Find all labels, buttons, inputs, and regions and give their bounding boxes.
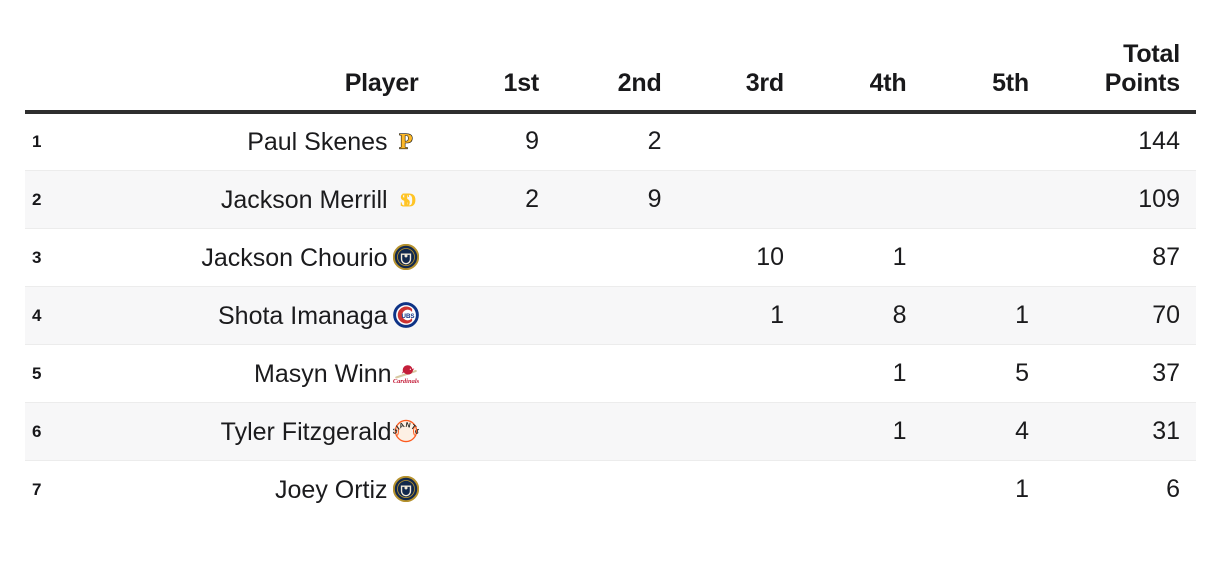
- total-points-cell: 87: [1032, 228, 1196, 287]
- player-name[interactable]: Shota Imanaga: [218, 302, 388, 330]
- vote-cell-1st: [420, 286, 544, 345]
- svg-text:Cardinals: Cardinals: [393, 378, 419, 385]
- total-points-cell: 6: [1166, 474, 1180, 503]
- table-row[interactable]: 5 Masyn Winn Cardinals 1 5 37: [25, 344, 1196, 403]
- player-name[interactable]: Tyler Fitzgerald: [221, 418, 392, 446]
- table-row[interactable]: 7 Joey Ortiz 1 6: [25, 460, 1196, 518]
- giants-logo: GIANTS: [393, 418, 419, 444]
- total-points-line-2: Points: [1104, 69, 1180, 97]
- vote-cell-4th: [788, 460, 910, 518]
- column-header-1st[interactable]: 1st: [420, 40, 544, 114]
- player-cell[interactable]: Shota Imanaga UBS: [69, 286, 421, 345]
- table-head: Player 1st 2nd 3rd 4th 5th Total Points: [25, 40, 1196, 114]
- vote-cell-5th: [910, 170, 1033, 229]
- rookie-voting-table: Player 1st 2nd 3rd 4th 5th Total Points …: [25, 40, 1196, 518]
- row-rank: 7: [32, 479, 42, 499]
- vote-cell-5th: 4: [910, 402, 1033, 461]
- svg-text:P: P: [399, 129, 412, 154]
- vote-cell-1st: 9: [420, 112, 544, 171]
- vote-cell-5th: 1: [910, 286, 1033, 345]
- table-row[interactable]: 1 Paul Skenes P 9 2 144: [25, 112, 1196, 171]
- vote-cell-5th: 5: [910, 344, 1033, 403]
- column-header-3rd[interactable]: 3rd: [665, 40, 789, 114]
- player-name[interactable]: Jackson Chourio: [201, 244, 387, 272]
- total-points-cell: 37: [1032, 344, 1196, 403]
- vote-cell-4th: 1: [788, 402, 911, 461]
- column-header-total-points[interactable]: Total Points: [1032, 40, 1196, 114]
- vote-cell-3rd: 1: [665, 286, 789, 345]
- vote-cell-3rd: [665, 112, 789, 171]
- total-points-line-1: Total: [1123, 40, 1180, 68]
- total-points-cell: 109: [1032, 170, 1196, 229]
- table-body: 1 Paul Skenes P 9 2 144 2 Jackson Merrill S D 2 9 10…: [25, 112, 1196, 518]
- vote-cell-1st: 2: [420, 170, 544, 229]
- voting-results-page: Player 1st 2nd 3rd 4th 5th Total Points …: [0, 0, 1220, 586]
- row-rank: 5: [25, 344, 70, 403]
- player-name[interactable]: Paul Skenes: [247, 128, 387, 156]
- player-cell[interactable]: Masyn Winn Cardinals: [69, 344, 421, 403]
- vote-cell-3rd: [665, 402, 789, 461]
- player-name[interactable]: Joey Ortiz: [275, 476, 388, 504]
- vote-cell-1st: [421, 460, 543, 518]
- vote-cell-4th: 8: [788, 286, 911, 345]
- row-rank: 1: [25, 112, 70, 171]
- column-header-player[interactable]: Player: [69, 40, 421, 114]
- player-cell[interactable]: Tyler FitzgeraldGIANTS: [69, 402, 421, 461]
- brewers-logo: [392, 243, 419, 270]
- total-points-cell: 70: [1032, 286, 1196, 345]
- table-row[interactable]: 4 Shota Imanaga UBS 1 8 1 70: [25, 286, 1196, 345]
- table-row[interactable]: 3 Jackson Chourio 10 1 87: [25, 228, 1196, 287]
- vote-cell-5th: [910, 112, 1033, 171]
- header-row: Player 1st 2nd 3rd 4th 5th Total Points: [25, 40, 1196, 114]
- brewers-logo: [392, 475, 419, 502]
- vote-cell-1st: [420, 228, 544, 287]
- column-header-2nd[interactable]: 2nd: [543, 40, 666, 114]
- row-rank: 6: [25, 402, 70, 461]
- table-row[interactable]: 6Tyler FitzgeraldGIANTS1431: [25, 402, 1196, 461]
- vote-cell-3rd: [665, 344, 789, 403]
- column-header-4th[interactable]: 4th: [788, 40, 911, 114]
- vote-cell-3rd: [665, 170, 789, 229]
- vote-cell-4th: 1: [788, 228, 911, 287]
- cardinals-logo: Cardinals: [393, 360, 419, 386]
- svg-text:UBS: UBS: [401, 312, 414, 319]
- padres-logo: SD: [393, 186, 419, 212]
- vote-cell-4th: [788, 112, 911, 171]
- table-row[interactable]: 2 Jackson Merrill S D 2 9 109: [25, 170, 1196, 229]
- player-name[interactable]: Masyn Winn: [254, 360, 392, 388]
- column-header-rank[interactable]: [25, 40, 70, 114]
- player-name[interactable]: Jackson Merrill: [221, 186, 388, 214]
- vote-cell-3rd: [666, 460, 788, 518]
- vote-cell-2nd: [543, 286, 666, 345]
- vote-cell-5th: 1: [1015, 474, 1029, 503]
- vote-cell-5th: [910, 228, 1033, 287]
- row-rank: 3: [25, 228, 70, 287]
- svg-text:D: D: [402, 190, 416, 211]
- row-rank: 2: [25, 170, 70, 229]
- vote-cell-4th: [788, 170, 911, 229]
- player-cell[interactable]: Jackson Chourio: [69, 228, 421, 287]
- vote-cell-2nd: [543, 402, 666, 461]
- vote-cell-2nd: [543, 228, 666, 287]
- cubs-logo: UBS: [392, 301, 419, 328]
- vote-cell-2nd: 2: [543, 112, 666, 171]
- player-cell[interactable]: Joey Ortiz: [70, 460, 421, 518]
- vote-cell-1st: [420, 402, 544, 461]
- vote-cell-2nd: [543, 460, 665, 518]
- total-points-cell: 144: [1032, 112, 1196, 171]
- vote-cell-2nd: 9: [543, 170, 666, 229]
- player-cell[interactable]: Paul Skenes P: [69, 112, 421, 171]
- pirates-logo: P: [393, 128, 419, 154]
- vote-cell-4th: 1: [788, 344, 911, 403]
- total-points-cell: 31: [1032, 402, 1196, 461]
- player-cell[interactable]: Jackson Merrill S D: [69, 170, 421, 229]
- vote-cell-2nd: [543, 344, 666, 403]
- vote-cell-3rd: 10: [665, 228, 789, 287]
- vote-cell-1st: [420, 344, 544, 403]
- column-header-5th[interactable]: 5th: [910, 40, 1033, 114]
- row-rank: 4: [25, 286, 70, 345]
